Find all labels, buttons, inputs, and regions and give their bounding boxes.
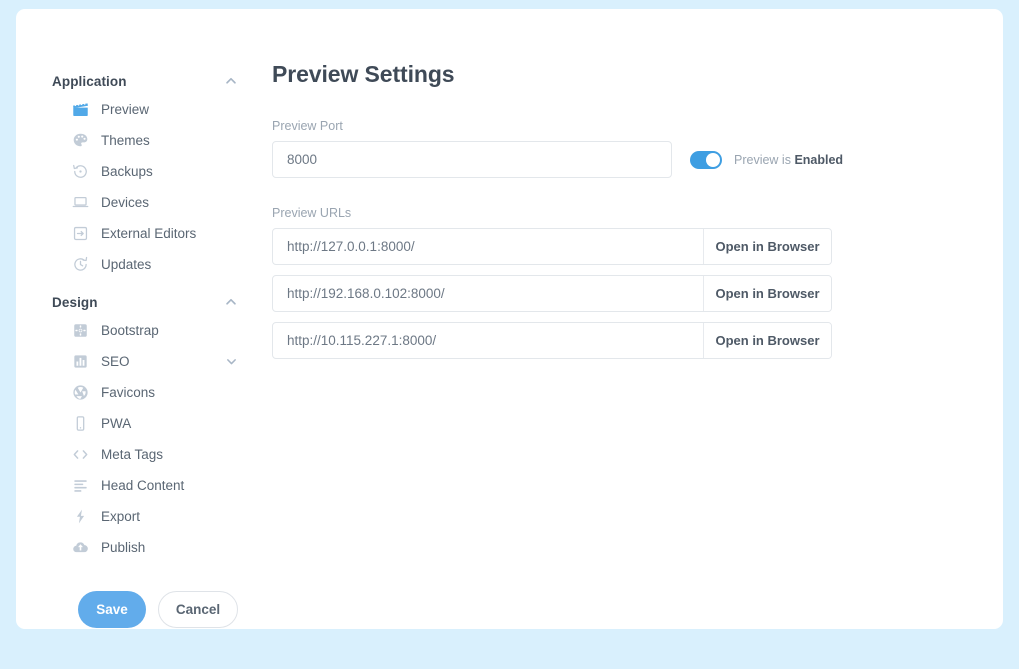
sidebar-item-label: SEO [101, 354, 130, 369]
sidebar: Application Preview Themes Backups Devices Ex… [16, 9, 256, 628]
sidebar-item-seo[interactable]: SEO [52, 346, 256, 377]
bar-chart-icon [72, 353, 89, 370]
code-brackets-icon [72, 446, 89, 463]
sidebar-item-label: Head Content [101, 478, 184, 493]
sidebar-item-label: Backups [101, 164, 153, 179]
mobile-phone-icon [72, 415, 89, 432]
preview-url-input[interactable] [273, 276, 703, 311]
palette-icon [72, 132, 89, 149]
preview-enabled-toggle[interactable] [690, 151, 722, 169]
chevron-up-icon [224, 74, 238, 88]
sidebar-item-external-editors[interactable]: External Editors [52, 218, 256, 249]
app-window: Application Preview Themes Backups Devices Ex… [16, 9, 1003, 629]
preview-status-text: Preview is Enabled [734, 153, 843, 167]
gear-square-icon [72, 322, 89, 339]
sidebar-item-label: Favicons [101, 385, 155, 400]
preview-urls-list: Open in Browser Open in Browser Open in Br… [272, 228, 1003, 359]
cloud-upload-icon [72, 539, 89, 556]
preview-port-input[interactable] [272, 141, 672, 178]
sidebar-section-gap [52, 280, 256, 289]
sidebar-item-label: Updates [101, 257, 151, 272]
chevron-down-icon [225, 355, 238, 368]
preview-urls-label: Preview URLs [272, 206, 1003, 220]
lightning-bolt-icon [72, 508, 89, 525]
preview-status-prefix: Preview is [734, 153, 794, 167]
sidebar-section-application[interactable]: Application [52, 68, 256, 94]
preview-status-value: Enabled [794, 153, 843, 167]
history-restore-icon [72, 163, 89, 180]
sidebar-section-title: Application [52, 74, 127, 89]
external-link-box-icon [72, 225, 89, 242]
sidebar-item-devices[interactable]: Devices [52, 187, 256, 218]
sidebar-item-backups[interactable]: Backups [52, 156, 256, 187]
sidebar-item-themes[interactable]: Themes [52, 125, 256, 156]
sidebar-item-label: Bootstrap [101, 323, 159, 338]
sidebar-item-meta-tags[interactable]: Meta Tags [52, 439, 256, 470]
sidebar-section-title: Design [52, 295, 98, 310]
sidebar-item-label: PWA [101, 416, 131, 431]
preview-port-label: Preview Port [272, 119, 1003, 133]
preview-url-input[interactable] [273, 229, 703, 264]
sidebar-section-design[interactable]: Design [52, 289, 256, 315]
preview-url-row: Open in Browser [272, 322, 832, 359]
sidebar-item-favicons[interactable]: Favicons [52, 377, 256, 408]
text-lines-icon [72, 477, 89, 494]
preview-port-row: Preview is Enabled [272, 141, 1003, 178]
sidebar-item-head-content[interactable]: Head Content [52, 470, 256, 501]
open-in-browser-button[interactable]: Open in Browser [703, 229, 831, 264]
save-button[interactable]: Save [78, 591, 146, 628]
sidebar-item-pwa[interactable]: PWA [52, 408, 256, 439]
laptop-icon [72, 194, 89, 211]
sidebar-item-export[interactable]: Export [52, 501, 256, 532]
sidebar-item-publish[interactable]: Publish [52, 532, 256, 563]
cancel-button[interactable]: Cancel [158, 591, 238, 628]
sidebar-item-label: Meta Tags [101, 447, 163, 462]
sidebar-item-label: Themes [101, 133, 150, 148]
sidebar-item-label: Publish [101, 540, 145, 555]
sidebar-item-updates[interactable]: Updates [52, 249, 256, 280]
sidebar-item-label: Export [101, 509, 140, 524]
aperture-icon [72, 384, 89, 401]
sidebar-item-bootstrap[interactable]: Bootstrap [52, 315, 256, 346]
clapperboard-icon [72, 101, 89, 118]
open-in-browser-button[interactable]: Open in Browser [703, 276, 831, 311]
open-in-browser-button[interactable]: Open in Browser [703, 323, 831, 358]
preview-url-row: Open in Browser [272, 228, 832, 265]
chevron-up-icon [224, 295, 238, 309]
toggle-knob [706, 153, 720, 167]
refresh-clock-icon [72, 256, 89, 273]
preview-url-input[interactable] [273, 323, 703, 358]
preview-enabled-toggle-group: Preview is Enabled [690, 151, 843, 169]
sidebar-action-buttons: Save Cancel [52, 591, 256, 628]
sidebar-item-preview[interactable]: Preview [52, 94, 256, 125]
sidebar-item-label: External Editors [101, 226, 196, 241]
main-content: Preview Settings Preview Port Preview is… [256, 9, 1003, 369]
sidebar-item-label: Preview [101, 102, 149, 117]
sidebar-item-label: Devices [101, 195, 149, 210]
preview-url-row: Open in Browser [272, 275, 832, 312]
page-title: Preview Settings [272, 61, 1003, 88]
